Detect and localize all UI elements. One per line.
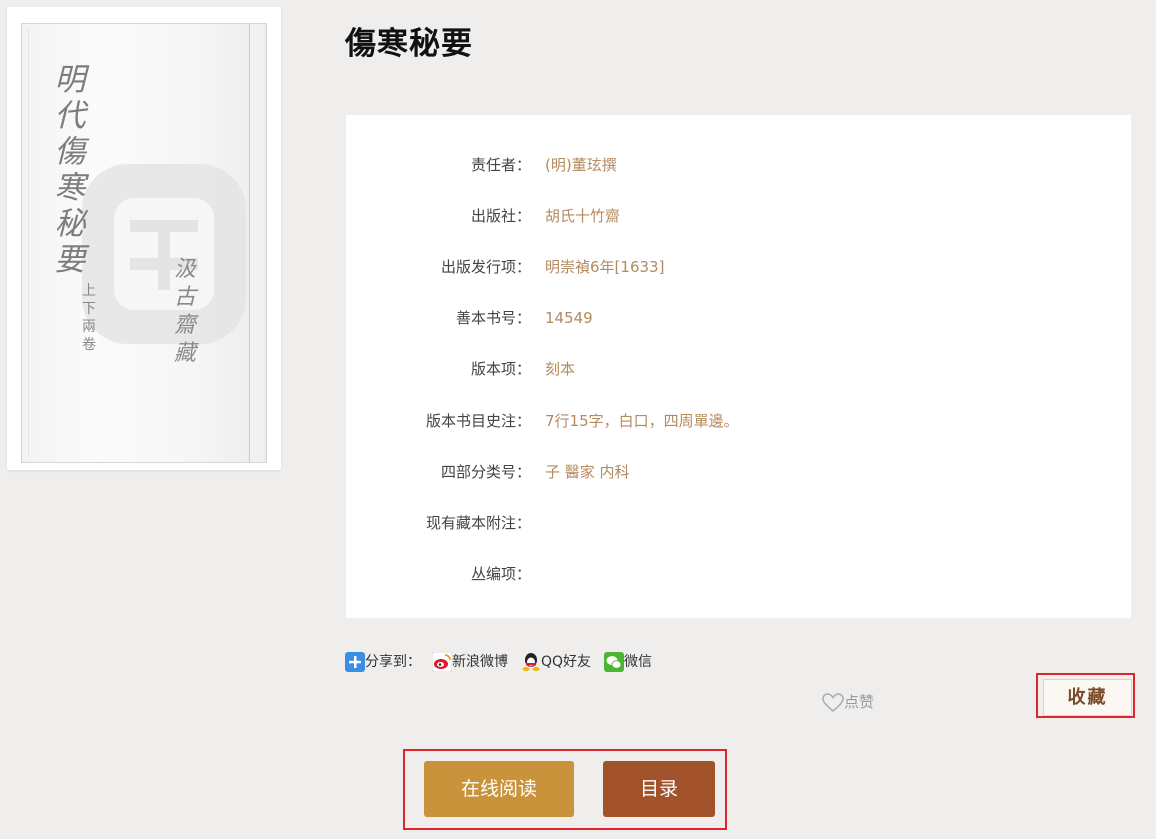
detail-label: 版本书目史注： bbox=[425, 412, 531, 430]
favorite-button[interactable]: 收藏 bbox=[1043, 679, 1132, 716]
cover-subtitle-text: 上 下 兩 卷 bbox=[82, 283, 96, 353]
detail-row-publication: 出版发行项： 明崇禎6年[1633] bbox=[346, 255, 1131, 279]
detail-row-rare-book-number: 善本书号： 14549 bbox=[346, 306, 1131, 330]
qq-label: QQ好友 bbox=[541, 654, 592, 670]
heart-icon bbox=[822, 692, 844, 712]
detail-label: 四部分类号： bbox=[440, 463, 531, 481]
wechat-label: 微信 bbox=[624, 654, 652, 670]
book-details-card: 责任者： (明)董玹撰 出版社： 胡氏十竹齋 出版发行项： 明崇禎6年[1633… bbox=[346, 115, 1131, 618]
detail-row-publisher: 出版社： 胡氏十竹齋 bbox=[346, 204, 1131, 228]
weibo-label: 新浪微博 bbox=[452, 654, 508, 670]
cover-page: 明 代 傷 寒 秘 要 上 下 兩 卷 汲 古 齋 藏 bbox=[21, 23, 267, 463]
detail-row-classification: 四部分类号： 子 醫家 内科 bbox=[346, 460, 1131, 484]
cover-title-text: 明 代 傷 寒 秘 要 bbox=[54, 62, 86, 278]
like-label: 点赞 bbox=[844, 693, 875, 711]
detail-row-bibliographic-note: 版本书目史注： 7行15字，白口，四周單邊。 bbox=[346, 409, 1131, 433]
wechat-icon bbox=[604, 652, 624, 672]
detail-row-edition: 版本项： 刻本 bbox=[346, 357, 1131, 381]
share-label: 分享到： bbox=[365, 654, 421, 670]
detail-row-holdings-note: 现有藏本附注： bbox=[346, 511, 1131, 535]
cover-collection-text: 汲 古 齋 藏 bbox=[173, 257, 196, 366]
detail-label: 出版发行项： bbox=[440, 258, 531, 276]
detail-label: 责任者： bbox=[470, 156, 531, 174]
share-more-button[interactable]: 分享到： bbox=[345, 651, 421, 673]
detail-label: 现有藏本附注： bbox=[425, 514, 531, 532]
detail-value: 7行15字，白口，四周單邊。 bbox=[545, 412, 739, 430]
weibo-icon bbox=[432, 652, 452, 672]
library-logo-watermark bbox=[82, 164, 246, 344]
book-title: 傷寒秘要 bbox=[345, 26, 473, 62]
detail-value: 明崇禎6年[1633] bbox=[545, 258, 665, 276]
share-wechat-link[interactable]: 微信 bbox=[604, 651, 652, 673]
like-button[interactable]: 点赞 bbox=[822, 690, 874, 714]
read-online-button[interactable]: 在线阅读 bbox=[424, 761, 574, 817]
share-qq-link[interactable]: QQ好友 bbox=[521, 651, 591, 673]
detail-value: 胡氏十竹齋 bbox=[545, 207, 621, 225]
detail-label: 版本项： bbox=[470, 360, 531, 378]
detail-label: 善本书号： bbox=[455, 309, 531, 327]
book-cover-image: 明 代 傷 寒 秘 要 上 下 兩 卷 汲 古 齋 藏 bbox=[7, 7, 281, 470]
qq-icon bbox=[522, 653, 540, 671]
table-of-contents-button[interactable]: 目录 bbox=[603, 761, 715, 817]
detail-value: (明)董玹撰 bbox=[545, 156, 617, 174]
detail-label: 出版社： bbox=[470, 207, 531, 225]
detail-row-author: 责任者： (明)董玹撰 bbox=[346, 153, 1131, 177]
share-weibo-link[interactable]: 新浪微博 bbox=[432, 651, 508, 673]
detail-row-series: 丛编项： bbox=[346, 562, 1131, 586]
plus-share-icon bbox=[345, 652, 365, 672]
detail-value: 14549 bbox=[545, 309, 593, 327]
detail-label: 丛编项： bbox=[470, 565, 531, 583]
detail-value: 刻本 bbox=[545, 360, 576, 378]
detail-value: 子 醫家 内科 bbox=[545, 463, 630, 481]
